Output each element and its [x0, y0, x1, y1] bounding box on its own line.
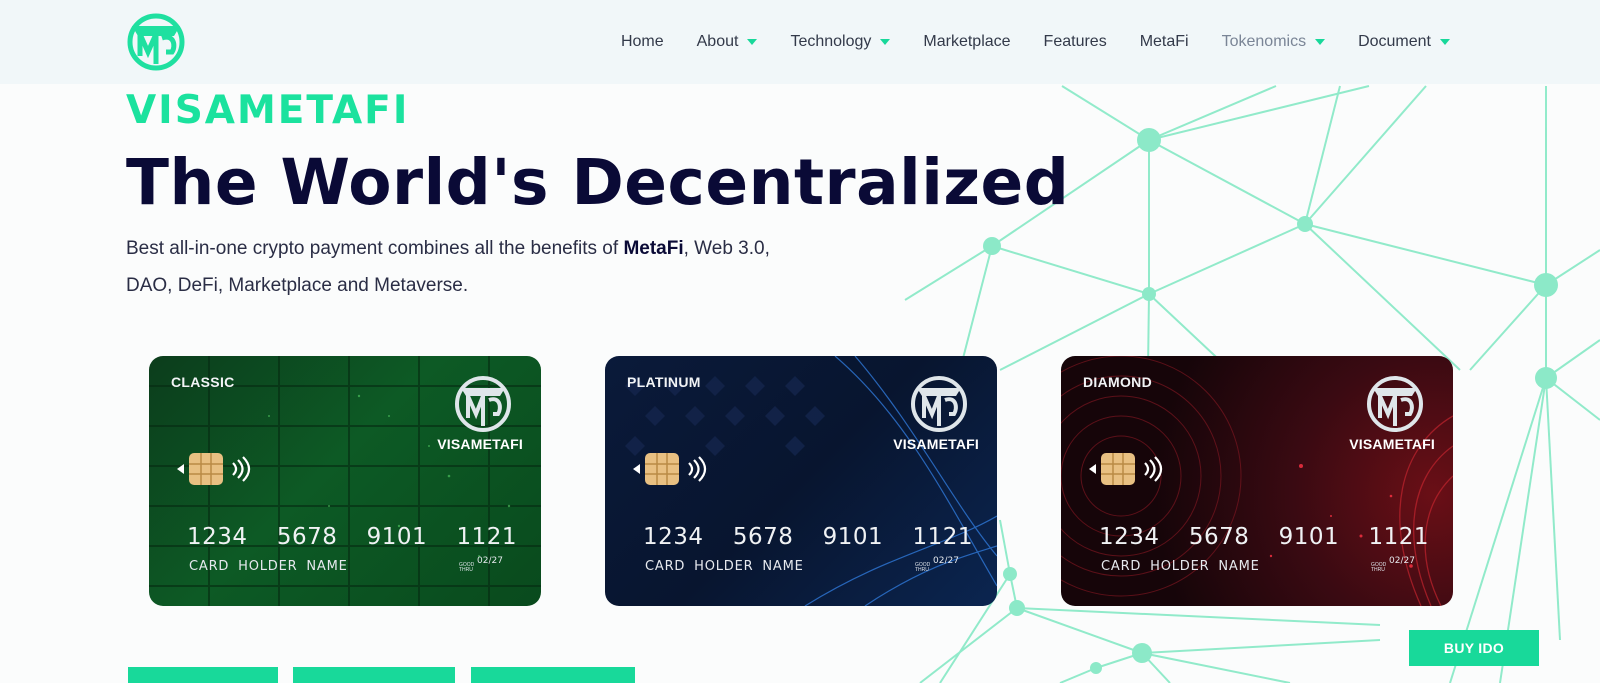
card-brand: VISAMETAFI: [1349, 436, 1435, 452]
card-number-group: 1234: [187, 524, 248, 550]
card-classic[interactable]: CLASSIC VISAMETAFI 1234 5678 9101 1121 C…: [149, 356, 541, 606]
caret-down-icon: [880, 39, 891, 45]
mg-shield-logo[interactable]: [126, 12, 186, 72]
chip-contactless-icon: [633, 453, 707, 485]
nav-about[interactable]: About: [697, 33, 758, 51]
cta-button-1[interactable]: [128, 667, 278, 683]
nav-tokenomics-label: Tokenomics: [1221, 33, 1307, 50]
nav-tokenomics[interactable]: Tokenomics: [1221, 33, 1326, 51]
card-holder-name: CARD HOLDER NAME: [189, 559, 348, 574]
card-number-group: 1121: [456, 524, 517, 550]
card-exp-date: 02/27: [933, 556, 959, 566]
card-tier-label: DIAMOND: [1083, 374, 1152, 390]
nav-marketplace-label: Marketplace: [923, 33, 1011, 50]
card-diamond[interactable]: DIAMOND VISAMETAFI 1234 5678 9101 1121 C…: [1061, 356, 1453, 606]
nav-about-label: About: [696, 33, 739, 50]
card-number-group: 5678: [276, 524, 338, 550]
buy-ido-button[interactable]: BUY IDO: [1409, 630, 1539, 666]
cta-button-3[interactable]: [471, 667, 635, 683]
card-exp-label: GOOD THRU: [459, 562, 475, 573]
card-number: 1234 5678 9101 1121: [187, 524, 517, 550]
site-header: Home About Technology Marketplace Featur…: [0, 0, 1600, 84]
caret-down-icon: [747, 39, 758, 45]
card-tier-label: CLASSIC: [171, 374, 235, 390]
nav-document-label: Document: [1358, 33, 1431, 50]
card-brand: VISAMETAFI: [437, 436, 523, 452]
card-number-group: 1234: [1099, 524, 1160, 550]
mg-shield-logo: [1367, 376, 1423, 432]
card-exp-label: GOOD THRU: [1371, 562, 1387, 573]
nav-features-label: Features: [1043, 33, 1107, 50]
card-number-group: 1234: [643, 524, 704, 550]
chip-contactless-icon: [1089, 453, 1163, 485]
card-number-group: 9101: [1278, 524, 1340, 550]
hero-desc-bold: MetaFi: [623, 238, 684, 259]
nav-technology[interactable]: Technology: [790, 33, 891, 51]
card-number-group: 5678: [1188, 524, 1250, 550]
nav-home-label: Home: [620, 33, 664, 50]
nav-metafi[interactable]: MetaFi: [1140, 33, 1189, 51]
main-nav: Home About Technology Marketplace Featur…: [588, 0, 1450, 84]
cta-button-2[interactable]: [293, 667, 455, 683]
card-exp-date: 02/27: [477, 556, 503, 566]
hero-brand-eyebrow: VISAMETAFI: [126, 88, 410, 133]
card-tier-label: PLATINUM: [627, 374, 701, 390]
nav-metafi-label: MetaFi: [1139, 33, 1189, 50]
nav-technology-label: Technology: [790, 33, 872, 50]
card-number-group: 5678: [732, 524, 794, 550]
card-holder-name: CARD HOLDER NAME: [645, 559, 804, 574]
nav-home[interactable]: Home: [621, 33, 664, 51]
chip-contactless-icon: [177, 453, 251, 485]
card-platinum[interactable]: PLATINUM VISAMETAFI 1234 5678 9101 1121 …: [605, 356, 997, 606]
card-number: 1234 5678 9101 1121: [1099, 524, 1429, 550]
card-exp-date: 02/27: [1389, 556, 1415, 566]
card-exp-label: GOOD THRU: [915, 562, 931, 573]
card-holder-name: CARD HOLDER NAME: [1101, 559, 1260, 574]
card-number: 1234 5678 9101 1121: [643, 524, 973, 550]
mg-shield-logo: [911, 376, 967, 432]
card-number-group: 1121: [912, 524, 973, 550]
caret-down-icon: [1315, 39, 1326, 45]
card-number-group: 1121: [1368, 524, 1429, 550]
mg-shield-logo: [455, 376, 511, 432]
hero-description: Best all-in-one crypto payment combines …: [126, 230, 786, 304]
card-brand: VISAMETAFI: [893, 436, 979, 452]
caret-down-icon: [1440, 39, 1450, 45]
nav-document[interactable]: Document: [1358, 33, 1450, 51]
hero-desc-text: Best all-in-one crypto payment combines …: [126, 238, 624, 259]
card-number-group: 9101: [366, 524, 428, 550]
nav-marketplace[interactable]: Marketplace: [923, 33, 1010, 51]
hero-title: The World's Decentralized: [126, 146, 1070, 219]
nav-features[interactable]: Features: [1044, 33, 1107, 51]
card-number-group: 9101: [822, 524, 884, 550]
